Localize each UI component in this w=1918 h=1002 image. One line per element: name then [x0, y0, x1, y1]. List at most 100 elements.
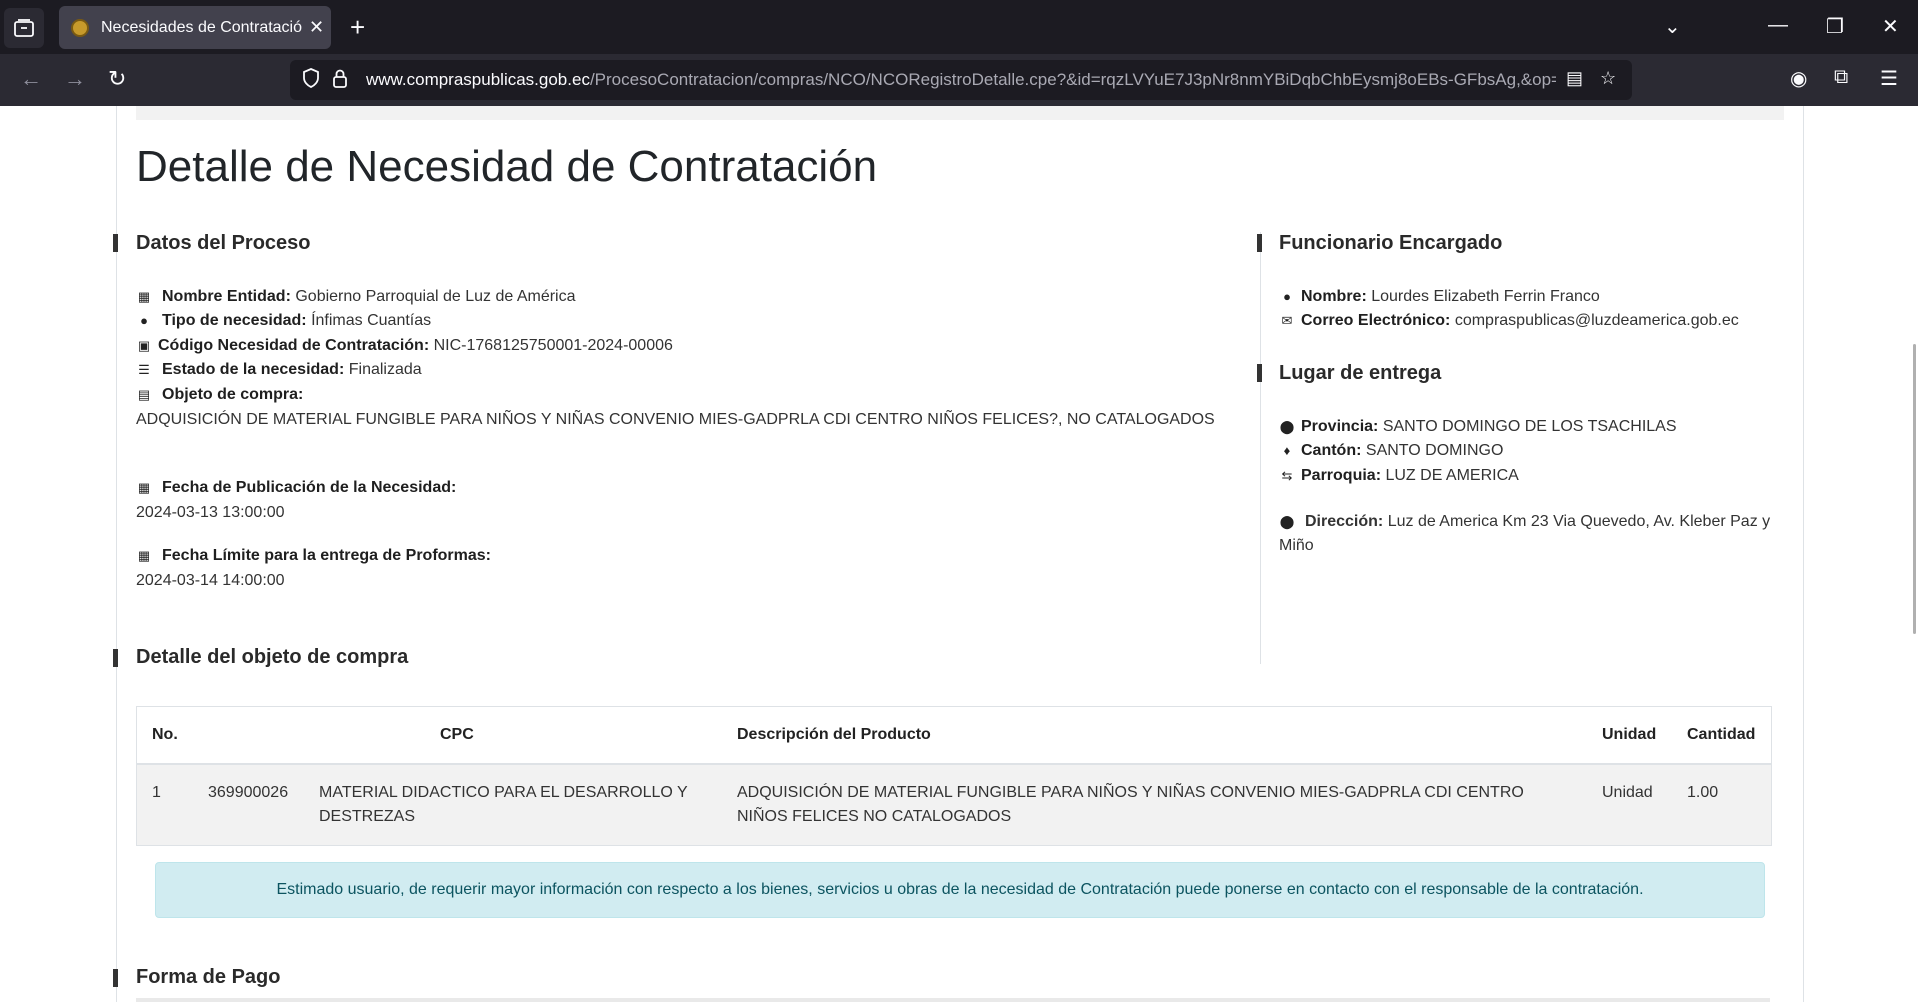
provincia-row: ⬤ Provincia: SANTO DOMINGO DE LOS TSACHIL… [1279, 418, 1677, 436]
minimize-icon[interactable]: — [1768, 14, 1788, 37]
estado-label: Estado de la necesidad: [162, 361, 345, 378]
page-title: Detalle de Necesidad de Contratación [136, 142, 878, 191]
canton-row: ♦ Cantón: SANTO DOMINGO [1279, 442, 1504, 460]
address-bar[interactable]: www.compraspublicas.gob.ec/ProcesoContra… [290, 60, 1632, 100]
direccion-row: ⬤ Dirección: Luz de America Km 23 Via Que… [1279, 510, 1784, 558]
th-cantidad: Cantidad [1687, 726, 1756, 743]
reload-icon[interactable]: ↻ [108, 66, 126, 92]
tipo-necesidad-row: ● Tipo de necesidad: Ínfimas Cuantías [136, 312, 431, 330]
objeto-label-row: ▤ Objeto de compra: [136, 386, 304, 404]
parroquia-value: LUZ DE AMERICA [1385, 467, 1519, 484]
nombre-entidad-value: Gobierno Parroquial de Luz de América [295, 288, 576, 305]
clipboard-check-icon: ▣ [137, 338, 151, 353]
canton-value: SANTO DOMINGO [1365, 442, 1504, 459]
codigo-label: Código Necesidad de Contratación: [158, 337, 430, 354]
th-unidad: Unidad [1602, 726, 1657, 743]
forward-arrow-icon[interactable]: → [64, 66, 86, 92]
canton-label: Cantón: [1301, 442, 1362, 459]
provincia-label: Provincia: [1301, 418, 1379, 435]
page-content: Detalle de Necesidad de Contratación Dat… [0, 106, 1918, 1002]
lock-icon[interactable] [332, 68, 348, 93]
detalle-table: No. CPC Descripción del Producto Unidad … [136, 706, 1772, 846]
section-title-detalle: Detalle del objeto de compra [136, 646, 409, 668]
parroquia-label: Parroquia: [1301, 467, 1382, 484]
building-icon: ▦ [137, 289, 151, 304]
objeto-label: Objeto de compra: [162, 386, 304, 403]
browser-nav-bar: ← → ↻ www.compraspublicas.gob.ec/Proceso… [0, 54, 1918, 106]
fecha-publicacion-label: Fecha de Publicación de la Necesidad: [162, 479, 457, 496]
tipo-necesidad-label: Tipo de necesidad: [162, 312, 307, 329]
url-text[interactable]: www.compraspublicas.gob.ec/ProcesoContra… [366, 70, 1556, 90]
site-favicon-icon [71, 18, 89, 37]
tab-list-icon [14, 19, 34, 37]
funcionario-nombre-value: Lourdes Elizabeth Ferrin Franco [1371, 288, 1600, 305]
shield-icon[interactable] [302, 68, 320, 93]
list-alt-icon: ▤ [137, 387, 151, 402]
section-marker [1257, 234, 1262, 252]
fecha-publicacion-value: 2024-03-13 13:00:00 [136, 504, 285, 521]
nombre-entidad-row: ▦ Nombre Entidad: Gobierno Parroquial de … [136, 288, 576, 306]
section-title-forma-pago: Forma de Pago [136, 966, 281, 988]
provincia-value: SANTO DOMINGO DE LOS TSACHILAS [1382, 418, 1677, 435]
info-alert: Estimado usuario, de requerir mayor info… [155, 862, 1765, 918]
cell-cpc-code: 369900026 [208, 784, 289, 801]
list-all-tabs-icon[interactable]: ⌄ [1664, 14, 1681, 39]
map-marker-icon: ⬤ [1279, 514, 1295, 529]
section-title-lugar-entrega: Lugar de entrega [1279, 362, 1442, 384]
browser-tab-active[interactable]: Necesidades de Contratación y ✕ [59, 6, 331, 49]
tipo-necesidad-value: Ínfimas Cuantías [311, 312, 432, 329]
url-domain: www.compraspublicas.gob.ec [366, 70, 590, 89]
funcionario-nombre-row: ● Nombre: Lourdes Elizabeth Ferrin Franco [1279, 288, 1600, 306]
column-divider [1260, 232, 1261, 664]
menu-icon[interactable]: ☰ [1880, 66, 1898, 91]
restore-icon[interactable]: ❐ [1826, 14, 1844, 39]
direccion-label: Dirección: [1305, 513, 1384, 530]
list-icon: ☰ [138, 362, 150, 377]
funcionario-correo-value: compraspublicas@luzdeamerica.gob.ec [1454, 312, 1739, 329]
close-window-icon[interactable]: ✕ [1882, 14, 1899, 39]
map-pin-icon: ♦ [1283, 443, 1291, 458]
table-header: No. CPC Descripción del Producto Unidad … [137, 707, 1771, 765]
url-path: /ProcesoContratacion/compras/NCO/NCORegi… [589, 70, 1556, 89]
cell-cpc-desc: MATERIAL DIDACTICO PARA EL DESARROLLO Y … [319, 784, 688, 825]
codigo-value: NIC-1768125750001-2024-00006 [433, 337, 673, 354]
tab-list-button[interactable] [4, 8, 44, 48]
signpost-icon: ⇆ [1281, 468, 1293, 483]
bookmark-star-icon[interactable]: ☆ [1600, 68, 1616, 89]
th-no: No. [152, 726, 178, 743]
parroquia-row: ⇆ Parroquia: LUZ DE AMERICA [1279, 467, 1519, 485]
table-row: 1 369900026 MATERIAL DIDACTICO PARA EL D… [137, 765, 1771, 845]
th-descripcion: Descripción del Producto [737, 726, 931, 743]
extensions-icon[interactable]: ⧉ [1834, 66, 1848, 89]
top-band [136, 106, 1784, 120]
account-icon[interactable]: ◉ [1790, 66, 1807, 91]
scrollbar-thumb[interactable] [1913, 344, 1916, 634]
cell-unidad: Unidad [1602, 784, 1653, 801]
new-tab-button[interactable]: + [350, 12, 365, 42]
cell-no: 1 [152, 784, 161, 801]
th-cpc: CPC [440, 726, 474, 743]
calendar-icon: ▦ [137, 548, 151, 563]
fecha-limite-row: ▦ Fecha Límite para la entrega de Proform… [136, 547, 491, 565]
section-marker [113, 649, 118, 667]
cell-cantidad: 1.00 [1687, 784, 1719, 801]
back-arrow-icon[interactable]: ← [20, 66, 42, 92]
check-circle-icon: ● [140, 313, 148, 328]
browser-tab-bar: Necesidades de Contratación y ✕ + ⌄ — ❐ … [0, 0, 1918, 54]
section-marker [113, 234, 118, 252]
objeto-value: ADQUISICIÓN DE MATERIAL FUNGIBLE PARA NI… [136, 411, 1215, 428]
fecha-limite-value: 2024-03-14 14:00:00 [136, 572, 285, 589]
tab-title: Necesidades de Contratación y [101, 18, 303, 36]
section-title-datos-proceso: Datos del Proceso [136, 232, 311, 254]
fecha-publicacion-row: ▦ Fecha de Publicación de la Necesidad: [136, 479, 456, 497]
map-marker-icon: ⬤ [1279, 419, 1295, 434]
section-marker [1257, 364, 1262, 382]
section-title-funcionario: Funcionario Encargado [1279, 232, 1503, 254]
funcionario-correo-label: Correo Electrónico: [1301, 312, 1451, 329]
fecha-limite-label: Fecha Límite para la entrega de Proforma… [162, 547, 491, 564]
close-tab-icon[interactable]: ✕ [309, 17, 324, 38]
estado-row: ☰ Estado de la necesidad: Finalizada [136, 361, 422, 379]
reader-view-icon[interactable]: ▤ [1566, 68, 1583, 89]
user-icon: ● [1283, 289, 1291, 304]
funcionario-nombre-label: Nombre: [1301, 288, 1367, 305]
